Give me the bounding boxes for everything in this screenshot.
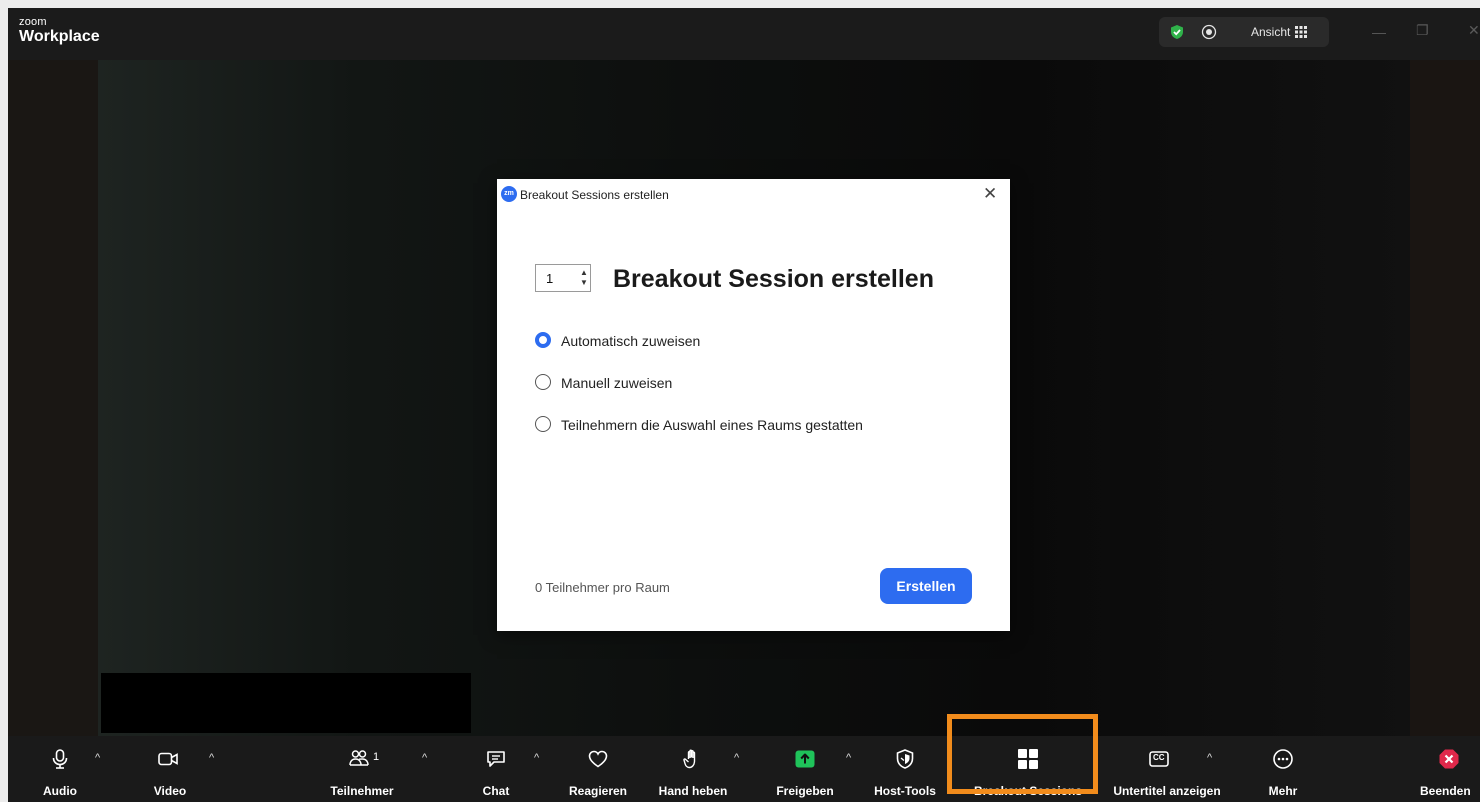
zoom-app-icon: zm (501, 186, 517, 202)
option-label: Manuell zuweisen (561, 375, 673, 391)
share-label: Freigeben (776, 784, 834, 798)
chat-options-caret[interactable]: ^ (534, 752, 539, 764)
create-breakout-dialog: zm Breakout Sessions erstellen ✕ 1 ▲ ▼ B… (497, 179, 1010, 631)
option-label: Teilnehmern die Auswahl eines Raums gest… (561, 417, 863, 433)
more-button[interactable]: Mehr (1258, 736, 1308, 802)
end-meeting-button[interactable]: Beenden (1416, 736, 1476, 802)
hand-icon (683, 749, 696, 769)
meeting-toolbar: Audio ^ Video ^ 1 Teilnehmer ^ Chat ^ Re… (8, 736, 1480, 802)
share-screen-icon (795, 750, 815, 768)
shield-check-icon[interactable] (1169, 24, 1185, 40)
host-tools-label: Host-Tools (874, 784, 936, 798)
host-tools-button[interactable]: Host-Tools (870, 736, 940, 802)
heart-icon (588, 750, 608, 768)
dialog-heading: Breakout Session erstellen (613, 265, 934, 293)
dialog-title: Breakout Sessions erstellen (520, 188, 669, 202)
titlebar-controls: Ansicht (1159, 17, 1329, 47)
react-button[interactable]: Reagieren (563, 736, 633, 802)
video-options-caret[interactable]: ^ (209, 752, 214, 764)
view-label[interactable]: Ansicht (1251, 25, 1290, 39)
chat-label: Chat (482, 784, 510, 798)
more-label: Mehr (1268, 784, 1298, 798)
option-label: Automatisch zuweisen (561, 333, 701, 349)
zoom-logo: zoom Workplace (19, 16, 100, 46)
camera-icon (158, 752, 178, 766)
participants-label: Teilnehmer (330, 784, 394, 798)
restore-icon[interactable]: ❐ (1416, 22, 1429, 39)
captions-icon-text: CC (1153, 753, 1165, 762)
video-button[interactable]: Video (145, 736, 195, 802)
microphone-icon (52, 749, 68, 769)
minimize-icon[interactable]: — (1372, 24, 1386, 40)
raise-hand-label: Hand heben (658, 784, 728, 798)
participants-icon (349, 750, 369, 766)
create-button[interactable]: Erstellen (880, 568, 972, 604)
breakout-sessions-label: Breakout Sessions (973, 784, 1083, 798)
raise-hand-button[interactable]: Hand heben (653, 736, 733, 802)
participants-count: 1 (373, 751, 380, 763)
captions-button[interactable]: CC Untertitel anzeigen (1102, 736, 1232, 802)
audio-label: Audio (43, 784, 77, 798)
participants-per-room: 0 Teilnehmer pro Raum (535, 580, 670, 595)
breakout-sessions-button[interactable]: Breakout Sessions (960, 736, 1096, 802)
breakout-grid-icon (1018, 749, 1038, 769)
react-label: Reagieren (568, 784, 628, 798)
stepper-down-icon[interactable]: ▼ (580, 278, 588, 287)
captions-options-caret[interactable]: ^ (1207, 752, 1212, 764)
radio-unselected[interactable] (535, 374, 551, 390)
chat-icon (487, 751, 505, 767)
title-bar: zoom Workplace Ansicht — ❐ ✕ (8, 8, 1480, 60)
redacted-name-overlay (101, 673, 471, 733)
raise-hand-options-caret[interactable]: ^ (734, 752, 739, 764)
end-meeting-label: Beenden (1420, 784, 1471, 798)
close-window-icon[interactable]: ✕ (1468, 22, 1480, 39)
shield-icon (896, 749, 914, 769)
chat-button[interactable]: Chat (476, 736, 516, 802)
grid-view-icon[interactable] (1295, 26, 1307, 38)
participants-button[interactable]: 1 Teilnehmer (322, 736, 402, 802)
share-button[interactable]: Freigeben (775, 736, 835, 802)
end-meeting-icon (1439, 749, 1459, 769)
radio-selected[interactable] (535, 332, 551, 348)
session-count-stepper[interactable]: 1 ▲ ▼ (535, 264, 591, 292)
recording-icon[interactable] (1201, 24, 1217, 40)
stepper-up-icon[interactable]: ▲ (580, 268, 588, 277)
share-options-caret[interactable]: ^ (846, 752, 851, 764)
close-icon[interactable]: ✕ (983, 184, 997, 204)
logo-main-text: Workplace (19, 28, 100, 45)
video-right-panel (1410, 60, 1480, 736)
radio-unselected[interactable] (535, 416, 551, 432)
session-count-value[interactable]: 1 (546, 271, 553, 286)
audio-options-caret[interactable]: ^ (95, 752, 100, 764)
video-label: Video (153, 784, 187, 798)
logo-top-text: zoom (19, 16, 47, 28)
video-left-panel (8, 60, 98, 736)
captions-label: Untertitel anzeigen (1113, 784, 1221, 798)
participants-options-caret[interactable]: ^ (422, 752, 427, 764)
audio-button[interactable]: Audio (35, 736, 85, 802)
more-options-icon (1273, 749, 1293, 769)
